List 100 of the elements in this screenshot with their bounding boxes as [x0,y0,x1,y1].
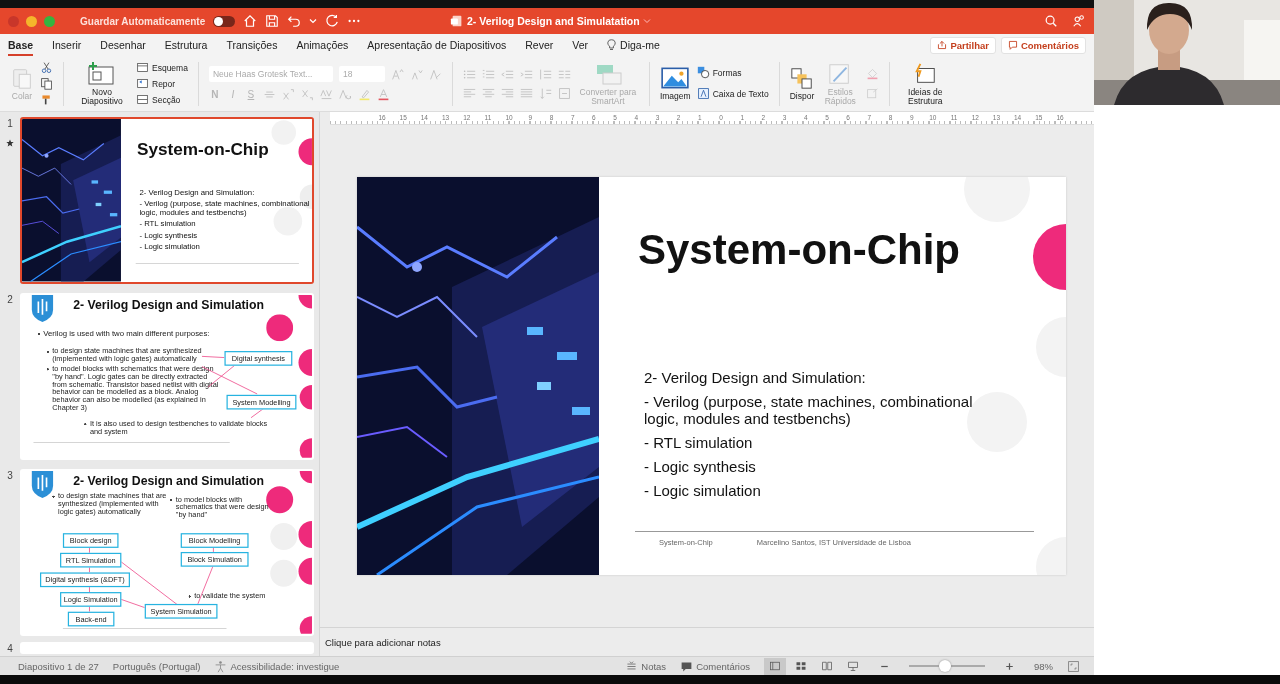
ribbon-tab[interactable]: Ver [572,34,589,56]
lightbulb-icon[interactable] [607,39,617,51]
change-case-icon[interactable] [338,88,352,101]
slide-number: 3 [7,471,13,481]
shrink-font-icon[interactable] [409,67,423,81]
arrange-icon [790,66,814,91]
home-icon[interactable] [243,14,258,28]
layout-button[interactable]: Esquema [136,61,188,74]
zoom-button[interactable] [44,15,55,27]
ribbon-tab[interactable]: Rever [525,34,554,56]
circle-decoration [266,314,294,342]
superscript-icon[interactable] [281,88,295,101]
text-direction-icon[interactable] [538,86,552,100]
align-right-icon[interactable] [500,86,514,100]
notes-field[interactable]: Clique para adicionar notas [325,636,441,648]
ribbon-tab[interactable]: Animações [296,34,349,56]
new-slide-button[interactable]: Novo Diapositivo [74,61,130,106]
section-icon [136,93,149,106]
minimize-button[interactable] [26,15,37,27]
ribbon-tab[interactable]: Estrutura [164,34,208,56]
slideshow-icon [847,660,859,672]
ribbon-tab[interactable]: Apresentação de Diapositivos [367,34,507,56]
slide-title: System-on-Chip [136,138,270,160]
comments-button[interactable]: Comentários [1000,36,1086,54]
slide-number: 4 [7,644,13,654]
window-title: 2- Verilog Design and Simulatation [467,15,640,27]
reset-button[interactable]: Repor [136,77,188,90]
star-icon [6,139,14,147]
slide-title: 2- Verilog Design and Simulation [73,298,265,313]
people-icon[interactable] [1072,14,1086,28]
ribbon-tab[interactable]: Desenhar [100,34,146,56]
reset-icon [136,77,149,90]
line-spacing-icon[interactable] [538,67,552,81]
slide-text-line: - Logic simulation [644,482,762,499]
slide-sorter-icon [795,660,807,672]
slide-thumbnail[interactable] [20,293,314,460]
copy-icon[interactable] [40,77,53,90]
slide-number: 2 [7,295,13,305]
character-spacing-icon[interactable] [319,88,333,101]
align-left-icon[interactable] [462,86,476,100]
shield-logo-icon [31,295,54,322]
cut-icon[interactable] [40,61,53,74]
slide-text-line: 2- Verilog Design and Simulation: [644,369,867,386]
zoom-percent[interactable]: 98% [1034,660,1053,672]
accessibility-status[interactable]: Acessibilidade: investigue [230,660,340,672]
designer-button[interactable]: Ideias de Estrutura [900,61,951,106]
slide-text-line: - RTL simulation [644,434,754,451]
align-text-icon[interactable] [557,86,571,100]
shield-logo-icon [31,471,54,498]
ribbon-tab[interactable]: Transições [226,34,278,56]
normal-view-button[interactable] [764,657,786,675]
shapes-icon [696,66,710,80]
autosave-label: Guardar Automaticamente [80,15,206,27]
shapes-button[interactable]: Formas [696,66,769,80]
layout-icon [136,61,149,74]
section-button[interactable]: Secção [136,93,188,106]
slide-number: 1 [7,119,13,129]
grow-font-icon[interactable] [390,67,404,81]
redo-icon[interactable] [325,14,340,28]
save-icon[interactable] [265,14,280,28]
notes-button[interactable]: Notas [625,659,667,673]
comment-icon [680,659,694,673]
language-label[interactable]: Português (Portugal) [112,660,201,672]
picture-button[interactable]: Imagem [659,66,691,101]
search-icon[interactable] [1044,14,1058,28]
autosave-toggle[interactable] [213,15,236,27]
subscript-icon[interactable] [300,88,314,101]
clear-formatting-icon[interactable] [428,67,442,81]
shape-effects-icon[interactable] [866,87,880,101]
numbering-icon[interactable] [481,67,495,81]
ribbon-tab[interactable]: Base [8,34,34,56]
shape-fill-icon[interactable] [866,66,880,80]
fit-slide-icon[interactable] [1067,659,1080,673]
image-icon [660,66,691,91]
accessibility-icon[interactable] [214,659,228,673]
close-button[interactable] [8,15,19,27]
ribbon-tab[interactable]: Inserir [52,34,82,56]
tell-me-field[interactable]: Diga-me [620,39,660,51]
share-button[interactable]: Partilhar [930,36,996,54]
align-center-icon[interactable] [481,86,495,100]
text-box-icon [696,87,710,101]
new-slide-icon [87,61,117,86]
slide-thumbnail[interactable] [20,469,314,636]
strikethrough-icon[interactable] [262,88,276,101]
normal-view-icon [769,660,781,672]
justify-icon[interactable] [519,86,533,100]
caret-icon[interactable] [642,17,651,25]
font-color-icon[interactable] [376,88,390,101]
bullets-icon[interactable] [462,67,476,81]
slide-text-line: - Verilog (purpose, state machines, combinational logic, modules and testbenchs) [644,393,974,427]
format-painter-icon[interactable] [40,93,53,106]
designer-icon [913,61,938,86]
caret-icon[interactable] [309,17,318,25]
text-box-button[interactable]: Caixa de Texto [696,87,769,101]
highlighter-icon[interactable] [357,88,371,101]
document-icon [450,14,464,28]
slide-title: System-on-Chip [638,225,961,275]
undo-icon[interactable] [287,14,302,28]
arrange-button[interactable]: Dispor [789,66,815,101]
comments-button[interactable]: Comentários [680,659,750,673]
